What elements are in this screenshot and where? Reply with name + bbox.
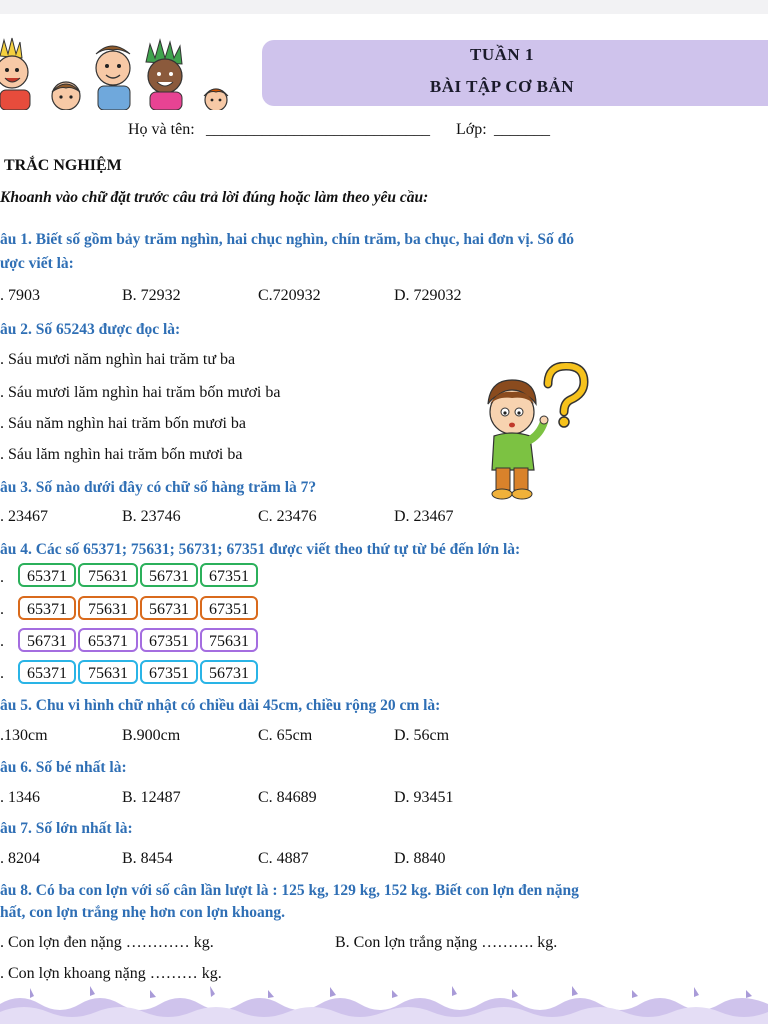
q5-option-c[interactable]: C. 65cm xyxy=(258,726,312,746)
top-strip xyxy=(0,0,768,14)
q1-option-a[interactable]: . 7903 xyxy=(0,286,40,306)
q2-question: âu 2. Số 65243 được đọc là: xyxy=(0,321,181,338)
kid-1-icon xyxy=(0,37,31,110)
q8-option-c[interactable]: . Con lợn khoang nặng ……… kg. xyxy=(0,964,222,984)
q1-option-c[interactable]: C.720932 xyxy=(258,286,321,306)
q7-option-d[interactable]: D. 8840 xyxy=(394,849,446,869)
name-blank[interactable]: ____________________________ xyxy=(206,120,430,140)
q8-line1: âu 8. Có ba con lợn với số cân lần lượt … xyxy=(0,882,579,899)
kid-4-icon xyxy=(145,38,183,110)
q4-row3-bullet: . xyxy=(0,633,4,650)
q7-option-b[interactable]: B. 8454 xyxy=(122,849,173,869)
q4-row1-bullet: . xyxy=(0,569,4,586)
q8-option-a[interactable]: . Con lợn đen nặng ………… kg. xyxy=(0,933,214,953)
q2-option-a[interactable]: . Sáu mươi năm nghìn hai trăm tư ba xyxy=(0,350,235,370)
kid-5-icon xyxy=(203,88,229,110)
q2-option-b[interactable]: . Sáu mươi lăm nghìn hai trăm bốn mươi b… xyxy=(0,383,280,403)
q4-row4-num4[interactable]: 56731 xyxy=(200,660,258,684)
q4-row4-num3[interactable]: 67351 xyxy=(140,660,198,684)
class-blank[interactable]: _______ xyxy=(494,120,550,140)
section-title: TRẮC NGHIỆM xyxy=(4,157,122,174)
q4-row2-num4[interactable]: 67351 xyxy=(200,596,258,620)
q4-row2-num3[interactable]: 56731 xyxy=(140,596,198,620)
q5-option-a[interactable]: .130cm xyxy=(0,726,48,746)
q4-row2-num1[interactable]: 65371 xyxy=(18,596,76,620)
q6-option-a[interactable]: . 1346 xyxy=(0,788,40,808)
q4-row2-bullet: . xyxy=(0,601,4,618)
q5-question: âu 5. Chu vi hình chữ nhật có chiều dài … xyxy=(0,697,441,714)
q3-option-a[interactable]: . 23467 xyxy=(0,507,48,527)
title-banner: TUẦN 1 BÀI TẬP CƠ BẢN xyxy=(262,40,768,106)
q3-option-b[interactable]: B. 23746 xyxy=(122,507,181,527)
worksheet-title: BÀI TẬP CƠ BẢN xyxy=(429,77,575,96)
question-mark-icon xyxy=(543,362,589,428)
week-label: TUẦN 1 xyxy=(470,45,534,64)
q6-question: âu 6. Số bé nhất là: xyxy=(0,759,127,776)
q4-row3-num4[interactable]: 75631 xyxy=(200,628,258,652)
wave-border xyxy=(0,986,768,1024)
q2-option-d[interactable]: . Sáu lăm nghìn hai trăm bốn mươi ba xyxy=(0,445,242,465)
q1-line1: âu 1. Biết số gồm bảy trăm nghìn, hai ch… xyxy=(0,231,575,248)
q2-option-c[interactable]: . Sáu năm nghìn hai trăm bốn mươi ba xyxy=(0,414,246,434)
q4-row4-bullet: . xyxy=(0,665,4,682)
q7-option-a[interactable]: . 8204 xyxy=(0,849,40,869)
q4-row1-num3[interactable]: 56731 xyxy=(140,563,198,587)
thinking-boy-illustration xyxy=(487,362,589,500)
q4-row3-num2[interactable]: 65371 xyxy=(78,628,138,652)
q4-row3-num3[interactable]: 67351 xyxy=(140,628,198,652)
q4-row2-num2[interactable]: 75631 xyxy=(78,596,138,620)
q1-option-d[interactable]: D. 729032 xyxy=(394,286,462,306)
kid-3-icon xyxy=(95,45,131,110)
q6-option-c[interactable]: C. 84689 xyxy=(258,788,317,808)
instruction: Khoanh vào chữ đặt trước câu trả lời đún… xyxy=(0,189,429,206)
q3-option-d[interactable]: D. 23467 xyxy=(394,507,454,527)
q8-line2: hất, con lợn trắng nhẹ hơn con lợn khoan… xyxy=(0,904,286,921)
q4-question: âu 4. Các số 65371; 75631; 56731; 67351 … xyxy=(0,541,521,558)
q7-option-c[interactable]: C. 4887 xyxy=(258,849,309,869)
q7-question: âu 7. Số lớn nhất là: xyxy=(0,820,133,837)
q4-row4-num2[interactable]: 75631 xyxy=(78,660,138,684)
q4-row4-num1[interactable]: 65371 xyxy=(18,660,76,684)
q4-row3-num1[interactable]: 56731 xyxy=(18,628,76,652)
q4-row1-num1[interactable]: 65371 xyxy=(18,563,76,587)
q4-row1-num4[interactable]: 67351 xyxy=(200,563,258,587)
q8-option-b[interactable]: B. Con lợn trắng nặng ………. kg. xyxy=(335,933,557,953)
kids-illustration xyxy=(0,37,229,110)
kid-2-icon xyxy=(51,81,81,110)
q1-option-b[interactable]: B. 72932 xyxy=(122,286,181,306)
q6-option-d[interactable]: D. 93451 xyxy=(394,788,454,808)
q3-option-c[interactable]: C. 23476 xyxy=(258,507,317,527)
name-label: Họ và tên: xyxy=(128,121,195,138)
q3-question: âu 3. Số nào dưới đây có chữ số hàng tră… xyxy=(0,479,317,496)
q6-option-b[interactable]: B. 12487 xyxy=(122,788,181,808)
class-label: Lớp: xyxy=(456,121,487,138)
q5-option-d[interactable]: D. 56cm xyxy=(394,726,449,746)
q4-row1-num2[interactable]: 75631 xyxy=(78,563,138,587)
q1-line2: ược viết là: xyxy=(0,255,74,272)
q5-option-b[interactable]: B.900cm xyxy=(122,726,180,746)
